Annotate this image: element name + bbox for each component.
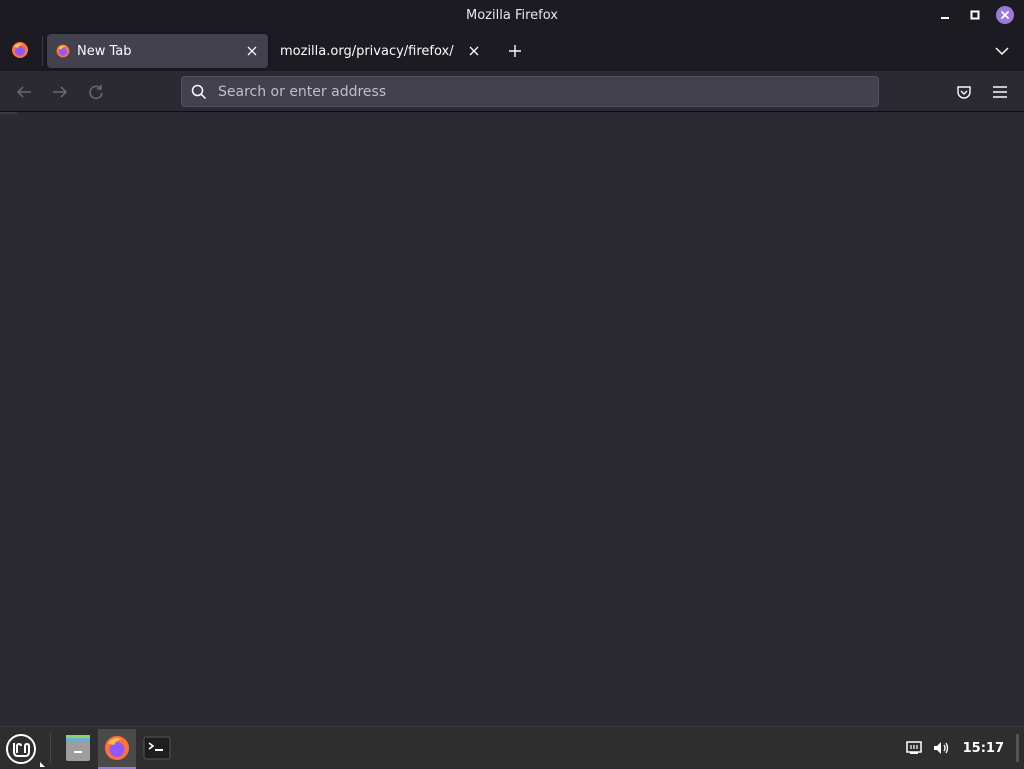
tab-new-tab[interactable]: New Tab	[47, 34, 268, 68]
terminal-icon	[143, 736, 171, 760]
tab-strip: New Tab mozilla.org/privacy/firefox/	[0, 30, 1024, 71]
reload-button[interactable]	[84, 80, 108, 104]
window-controls	[936, 4, 1014, 26]
close-window-button[interactable]	[996, 6, 1014, 24]
tab-privacy-firefox[interactable]: mozilla.org/privacy/firefox/	[270, 34, 490, 68]
address-input[interactable]	[216, 77, 878, 106]
close-icon	[247, 46, 257, 56]
tab-separator	[42, 36, 43, 66]
start-menu-button[interactable]	[4, 732, 38, 766]
system-taskbar: 15:17	[0, 726, 1024, 769]
close-icon	[996, 6, 1014, 24]
network-icon	[905, 741, 922, 754]
volume-icon	[933, 742, 948, 754]
taskbar-files[interactable]	[59, 729, 97, 767]
firefox-view-button[interactable]	[10, 40, 30, 60]
reload-icon	[89, 85, 103, 100]
taskbar-separator	[50, 733, 51, 763]
taskbar-firefox[interactable]	[98, 729, 136, 769]
back-button[interactable]	[12, 80, 36, 104]
firefox-icon	[105, 736, 129, 760]
tab-label: New Tab	[77, 43, 132, 59]
taskbar-terminal[interactable]	[138, 729, 176, 767]
minimize-icon	[941, 17, 949, 19]
close-icon	[469, 46, 479, 56]
hamburger-menu-icon	[993, 86, 1007, 98]
maximize-button[interactable]	[966, 6, 984, 24]
firefox-icon	[12, 42, 28, 58]
forward-button[interactable]	[48, 80, 72, 104]
content-edge-marker	[0, 112, 17, 114]
mint-logo-icon	[6, 734, 36, 764]
new-tab-button[interactable]	[503, 39, 527, 63]
volume-button[interactable]	[931, 737, 953, 759]
clock[interactable]: 15:17	[963, 741, 1004, 756]
minimize-button[interactable]	[936, 6, 954, 24]
window-title: Mozilla Firefox	[466, 7, 558, 23]
close-tab-button[interactable]	[466, 43, 482, 59]
address-bar[interactable]	[181, 76, 879, 107]
arrow-left-icon	[16, 86, 31, 98]
system-tray: 15:17	[903, 727, 1024, 769]
pocket-icon	[957, 86, 971, 99]
page-content[interactable]	[0, 112, 1024, 726]
show-desktop-button[interactable]	[1016, 734, 1019, 762]
tab-label: mozilla.org/privacy/firefox/	[280, 43, 454, 59]
arrow-right-icon	[53, 86, 68, 98]
pocket-button[interactable]	[952, 80, 976, 104]
plus-icon	[509, 45, 521, 57]
files-icon	[66, 735, 90, 761]
navigation-toolbar	[0, 71, 1024, 112]
app-menu-button[interactable]	[988, 80, 1012, 104]
window-titlebar[interactable]: Mozilla Firefox	[0, 0, 1024, 30]
firefox-icon	[56, 44, 70, 58]
chevron-down-icon	[995, 47, 1009, 56]
maximize-icon	[970, 10, 980, 20]
mouse-cursor-icon	[40, 762, 45, 767]
close-tab-button[interactable]	[244, 43, 260, 59]
list-all-tabs-button[interactable]	[990, 39, 1014, 63]
network-button[interactable]	[903, 737, 925, 759]
search-icon	[190, 83, 208, 101]
